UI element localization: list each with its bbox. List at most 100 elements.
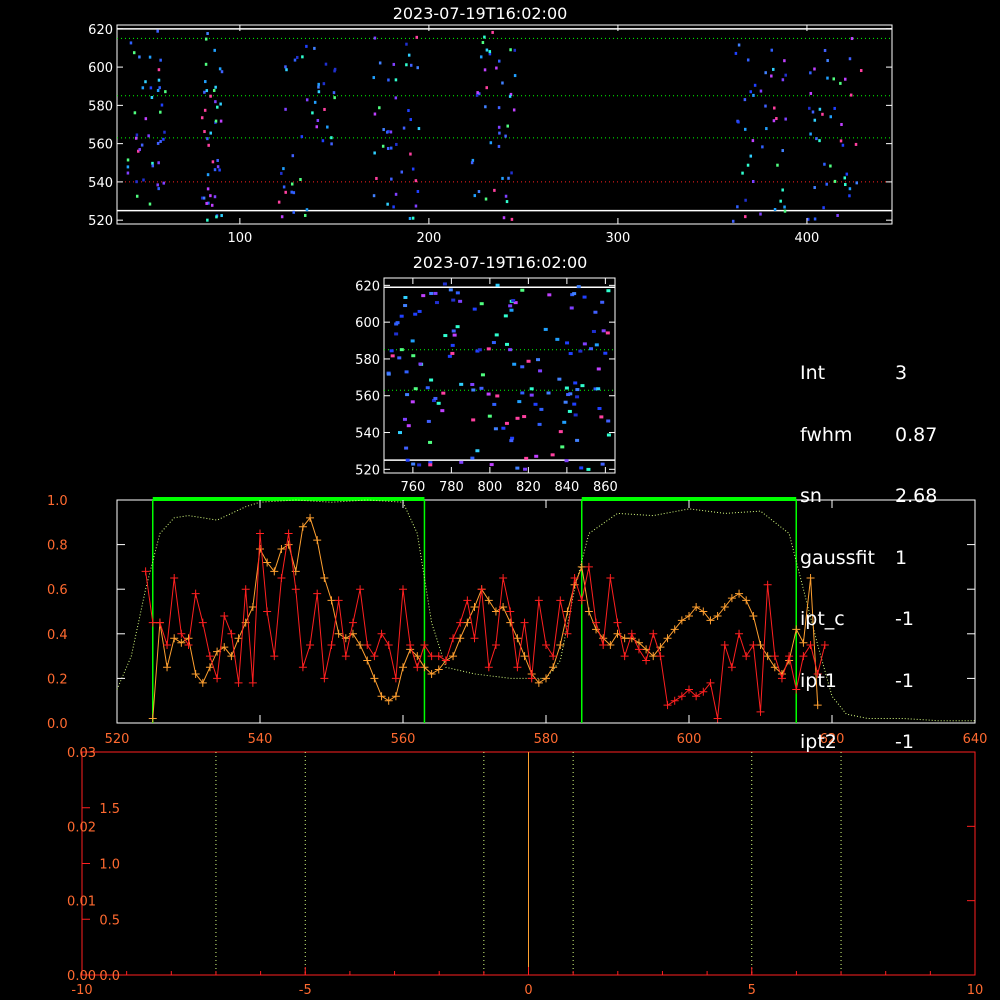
- series-point: [456, 634, 465, 643]
- series-point: [642, 656, 651, 665]
- data-pixel: [204, 80, 207, 84]
- data-pixel: [564, 459, 569, 463]
- series-point: [449, 634, 458, 643]
- series-point: [670, 696, 679, 705]
- series-point: [713, 714, 722, 723]
- data-pixel: [410, 339, 415, 343]
- data-pixel: [290, 190, 293, 194]
- series-point: [370, 674, 379, 683]
- series-point: [248, 603, 257, 612]
- data-pixel: [839, 81, 842, 85]
- data-pixel: [506, 124, 509, 128]
- data-pixel: [505, 200, 509, 204]
- data-pixel: [459, 382, 464, 386]
- data-pixel: [402, 417, 407, 421]
- data-pixel: [373, 112, 377, 116]
- series-point: [399, 585, 407, 594]
- series-point: [613, 618, 622, 627]
- data-pixel: [163, 130, 166, 134]
- data-pixel: [567, 409, 572, 413]
- data-pixel: [151, 164, 155, 168]
- series-point: [570, 574, 579, 583]
- data-pixel: [475, 93, 479, 97]
- data-pixel: [157, 187, 160, 191]
- data-pixel: [206, 218, 209, 222]
- data-pixel: [459, 460, 464, 464]
- data-pixel: [407, 109, 410, 113]
- series-point: [313, 589, 322, 598]
- data-pixel: [386, 372, 391, 376]
- series-point: [191, 589, 200, 598]
- data-pixel: [476, 91, 479, 95]
- data-pixel: [450, 343, 455, 347]
- data-pixel: [162, 181, 166, 185]
- info-row-int: Int 3: [800, 363, 937, 384]
- data-pixel: [479, 302, 484, 306]
- series-point: [756, 640, 765, 649]
- data-pixel: [455, 325, 460, 329]
- data-pixel: [434, 301, 439, 305]
- data-pixel: [425, 386, 430, 390]
- series-point: [163, 663, 172, 672]
- data-pixel: [744, 215, 747, 219]
- series-point: [506, 618, 515, 627]
- data-pixel: [409, 118, 412, 122]
- series-point: [456, 618, 465, 627]
- data-pixel: [301, 55, 304, 59]
- info-key: ipt1: [800, 669, 837, 692]
- data-pixel: [433, 396, 438, 400]
- y-tick-label: 560: [88, 138, 113, 153]
- series-point: [327, 640, 336, 649]
- series-point: [470, 634, 479, 643]
- data-pixel: [781, 78, 785, 82]
- data-pixel: [523, 467, 528, 471]
- data-pixel: [150, 96, 154, 100]
- data-pixel: [746, 58, 750, 62]
- data-pixel: [751, 139, 755, 143]
- data-pixel: [471, 418, 476, 422]
- data-pixel: [472, 307, 477, 311]
- data-pixel: [290, 182, 294, 186]
- series-point: [141, 567, 150, 576]
- data-pixel: [849, 93, 853, 97]
- data-pixel: [220, 214, 223, 218]
- series-point: [549, 663, 558, 672]
- data-pixel: [759, 212, 762, 216]
- data-pixel: [216, 105, 219, 109]
- series-point: [205, 652, 214, 661]
- data-pixel: [859, 69, 863, 73]
- data-pixel: [407, 53, 411, 57]
- data-pixel: [203, 108, 207, 112]
- data-pixel: [404, 370, 409, 374]
- data-pixel: [416, 189, 420, 193]
- data-pixel: [813, 217, 817, 221]
- series-point: [327, 596, 336, 605]
- data-pixel: [765, 127, 768, 131]
- series-point: [391, 692, 400, 701]
- data-pixel: [392, 205, 395, 209]
- data-pixel: [599, 415, 604, 419]
- data-pixel: [560, 445, 565, 449]
- series-point: [177, 629, 186, 638]
- y-tick-label: 0.6: [47, 583, 68, 598]
- data-pixel: [775, 117, 778, 121]
- data-pixel: [507, 176, 510, 180]
- series-point: [491, 640, 500, 649]
- data-pixel: [157, 68, 161, 72]
- data-pixel: [529, 387, 534, 391]
- series-point: [241, 585, 250, 594]
- x-tick-label: 780: [439, 480, 464, 495]
- data-pixel: [503, 314, 508, 318]
- data-pixel: [316, 118, 320, 122]
- series-point: [377, 629, 386, 638]
- data-pixel: [589, 347, 594, 351]
- x-tick-label: 520: [105, 732, 130, 747]
- x-tick-label: 400: [795, 231, 820, 246]
- data-pixel: [773, 207, 777, 211]
- data-pixel: [282, 185, 286, 189]
- series-point: [742, 652, 751, 661]
- data-pixel: [428, 463, 433, 467]
- data-pixel: [129, 41, 133, 45]
- series-point: [370, 652, 379, 661]
- data-pixel: [537, 422, 542, 426]
